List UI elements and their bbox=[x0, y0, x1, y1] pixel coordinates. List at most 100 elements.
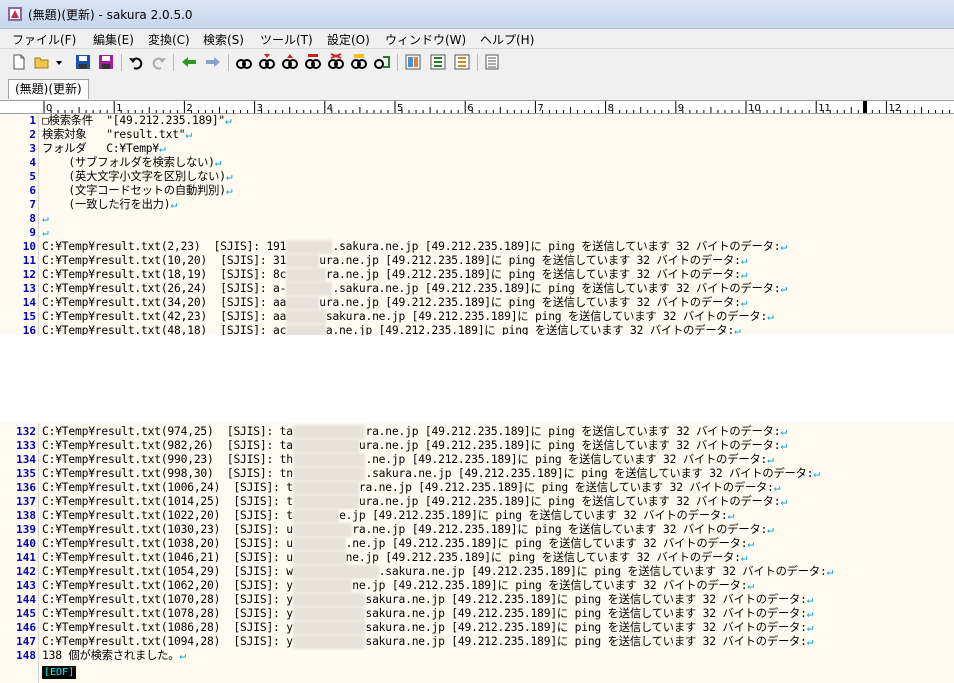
line-text[interactable]: C:¥Temp¥result.txt(2,23) [SJIS]: 191xxxx… bbox=[42, 240, 787, 254]
text-line[interactable]: 139 C:¥Temp¥result.txt(1030,23) [SJIS]: u… bbox=[0, 523, 954, 537]
line-text[interactable]: C:¥Temp¥result.txt(18,19) [SJIS]: 8cxxxx… bbox=[42, 268, 748, 282]
line-text[interactable]: C:¥Temp¥result.txt(26,24) [SJIS]: a-xxxx… bbox=[42, 282, 787, 296]
line-text[interactable]: (英大文字小文字を区別しない)↵ bbox=[42, 170, 232, 184]
line-text[interactable]: C:¥Temp¥result.txt(10,20) [SJIS]: 31xxxx… bbox=[42, 254, 748, 268]
line-text[interactable]: C:¥Temp¥result.txt(1054,29) [SJIS]: wxxx… bbox=[42, 565, 833, 579]
line-text[interactable]: 138 個が検索されました。↵ bbox=[42, 649, 186, 663]
text-line[interactable]: 1 □検索条件 "[49.212.235.189]"↵ bbox=[0, 114, 954, 128]
menu-help[interactable]: ヘルプ(H) bbox=[480, 31, 534, 48]
line-text[interactable]: 検索対象 "result.txt"↵ bbox=[42, 128, 192, 142]
text-line[interactable]: 140 C:¥Temp¥result.txt(1038,20) [SJIS]: u… bbox=[0, 537, 954, 551]
line-text[interactable]: フォルダ C:¥Temp¥↵ bbox=[42, 142, 166, 156]
save-all-icon[interactable] bbox=[97, 53, 115, 71]
settings-icon[interactable] bbox=[453, 53, 471, 71]
text-line[interactable]: 11 C:¥Temp¥result.txt(10,20) [SJIS]: 31xx… bbox=[0, 254, 954, 268]
line-text[interactable]: □検索条件 "[49.212.235.189]"↵ bbox=[42, 114, 232, 128]
text-line[interactable]: 6 (文字コードセットの自動判別)↵ bbox=[0, 184, 954, 198]
text-line[interactable]: 12 C:¥Temp¥result.txt(18,19) [SJIS]: 8cxx… bbox=[0, 268, 954, 282]
menu-settings[interactable]: 設定(O) bbox=[327, 31, 370, 48]
line-text-rest: sakura.ne.jp [49.212.235.189]に ping を送信し… bbox=[325, 310, 768, 323]
text-line[interactable]: 141 C:¥Temp¥result.txt(1046,21) [SJIS]: u… bbox=[0, 551, 954, 565]
line-text[interactable]: C:¥Temp¥result.txt(982,26) [SJIS]: taxxx… bbox=[42, 439, 787, 453]
line-text[interactable]: C:¥Temp¥result.txt(42,23) [SJIS]: aaxxxx… bbox=[42, 310, 774, 324]
line-text[interactable]: C:¥Temp¥result.txt(1062,20) [SJIS]: yxxx… bbox=[42, 579, 754, 593]
text-line[interactable]: 136 C:¥Temp¥result.txt(1006,24) [SJIS]: t… bbox=[0, 481, 954, 495]
line-text[interactable]: C:¥Temp¥result.txt(1086,28) [SJIS]: yxxx… bbox=[42, 621, 814, 635]
text-line[interactable]: 148 138 個が検索されました。↵ bbox=[0, 649, 954, 663]
text-line[interactable]: 14 C:¥Temp¥result.txt(34,20) [SJIS]: aaxx… bbox=[0, 296, 954, 310]
line-text[interactable]: C:¥Temp¥result.txt(998,30) [SJIS]: tnxxx… bbox=[42, 467, 820, 481]
line-text[interactable]: (文字コードセットの自動判別)↵ bbox=[42, 184, 232, 198]
grep-replace-icon[interactable] bbox=[350, 53, 368, 71]
text-line[interactable]: 10 C:¥Temp¥result.txt(2,23) [SJIS]: 191xx… bbox=[0, 240, 954, 254]
line-text[interactable]: ↵ bbox=[42, 212, 49, 226]
text-line[interactable]: 133 C:¥Temp¥result.txt(982,26) [SJIS]: ta… bbox=[0, 439, 954, 453]
text-line[interactable]: 144 C:¥Temp¥result.txt(1070,28) [SJIS]: y… bbox=[0, 593, 954, 607]
title-bar[interactable]: (無題)(更新) - sakura 2.0.5.0 bbox=[0, 0, 954, 29]
line-text[interactable]: C:¥Temp¥result.txt(1070,28) [SJIS]: yxxx… bbox=[42, 593, 814, 607]
menu-window[interactable]: ウィンドウ(W) bbox=[385, 31, 466, 48]
line-text[interactable]: C:¥Temp¥result.txt(1014,25) [SJIS]: txxx… bbox=[42, 495, 787, 509]
text-line[interactable]: 135 C:¥Temp¥result.txt(998,30) [SJIS]: tn… bbox=[0, 467, 954, 481]
text-line[interactable]: 13 C:¥Temp¥result.txt(26,24) [SJIS]: a-xx… bbox=[0, 282, 954, 296]
editor-area-lower[interactable]: 132 C:¥Temp¥result.txt(974,25) [SJIS]: ta… bbox=[0, 423, 954, 683]
line-text[interactable]: C:¥Temp¥result.txt(1046,21) [SJIS]: uxxx… bbox=[42, 551, 748, 565]
text-line[interactable]: 9 ↵ bbox=[0, 226, 954, 240]
search-prev-icon[interactable] bbox=[281, 53, 299, 71]
text-line[interactable]: 15 C:¥Temp¥result.txt(42,23) [SJIS]: aaxx… bbox=[0, 310, 954, 324]
text-line[interactable]: 138 C:¥Temp¥result.txt(1022,20) [SJIS]: t… bbox=[0, 509, 954, 523]
text-line[interactable]: 8 ↵ bbox=[0, 212, 954, 226]
line-text[interactable]: ↵ bbox=[42, 226, 49, 240]
text-line[interactable]: 145 C:¥Temp¥result.txt(1078,28) [SJIS]: y… bbox=[0, 607, 954, 621]
text-line[interactable]: 5 (英大文字小文字を区別しない)↵ bbox=[0, 170, 954, 184]
text-line[interactable]: 7 (一致した行を出力)↵ bbox=[0, 198, 954, 212]
text-line[interactable]: 137 C:¥Temp¥result.txt(1014,25) [SJIS]: t… bbox=[0, 495, 954, 509]
text-line[interactable]: 146 C:¥Temp¥result.txt(1086,28) [SJIS]: y… bbox=[0, 621, 954, 635]
menu-tools[interactable]: ツール(T) bbox=[260, 31, 313, 48]
line-text[interactable]: C:¥Temp¥result.txt(1006,24) [SJIS]: txxx… bbox=[42, 481, 781, 495]
menu-convert[interactable]: 変換(C) bbox=[148, 31, 190, 48]
jump-forward-icon[interactable] bbox=[204, 53, 222, 71]
line-text[interactable]: C:¥Temp¥result.txt(1078,28) [SJIS]: yxxx… bbox=[42, 607, 814, 621]
line-text[interactable]: C:¥Temp¥result.txt(1022,20) [SJIS]: txxx… bbox=[42, 509, 734, 523]
file-tree-icon[interactable] bbox=[483, 53, 501, 71]
search-icon[interactable] bbox=[235, 53, 253, 71]
menu-edit[interactable]: 編集(E) bbox=[93, 31, 134, 48]
menu-search[interactable]: 検索(S) bbox=[203, 31, 244, 48]
line-text[interactable]: C:¥Temp¥result.txt(48,18) [SJIS]: acxxxx… bbox=[42, 324, 741, 335]
text-line[interactable]: 134 C:¥Temp¥result.txt(990,23) [SJIS]: th… bbox=[0, 453, 954, 467]
text-line[interactable]: 4 (サブフォルダを検索しない)↵ bbox=[0, 156, 954, 170]
line-text[interactable]: C:¥Temp¥result.txt(1038,20) [SJIS]: uxxx… bbox=[42, 537, 754, 551]
undo-icon[interactable] bbox=[127, 53, 145, 71]
save-icon[interactable] bbox=[74, 53, 92, 71]
line-text[interactable]: C:¥Temp¥result.txt(34,20) [SJIS]: aaxxxx… bbox=[42, 296, 748, 310]
line-text[interactable]: (サブフォルダを検索しない)↵ bbox=[42, 156, 221, 170]
tab-untitled[interactable]: (無題)(更新) bbox=[8, 79, 89, 99]
grep-icon[interactable] bbox=[327, 53, 345, 71]
editor-area[interactable]: 0 1 2 3 4 5 6 7 8 9 10 11 12 1 □検索条件 "[49.212.235.189… bbox=[0, 101, 954, 335]
tag-jump-icon[interactable] bbox=[429, 53, 447, 71]
line-text[interactable]: (一致した行を出力)↵ bbox=[42, 198, 177, 212]
redo-icon[interactable] bbox=[150, 53, 168, 71]
open-folder-icon[interactable] bbox=[33, 53, 51, 71]
text-line[interactable]: 142 C:¥Temp¥result.txt(1054,29) [SJIS]: w… bbox=[0, 565, 954, 579]
compare-icon[interactable] bbox=[404, 53, 422, 71]
search-next-icon[interactable] bbox=[258, 53, 276, 71]
text-line[interactable]: 16 C:¥Temp¥result.txt(48,18) [SJIS]: acxx… bbox=[0, 324, 954, 335]
line-text[interactable]: C:¥Temp¥result.txt(1094,28) [SJIS]: yxxx… bbox=[42, 635, 814, 649]
dropdown-arrow-icon[interactable] bbox=[54, 53, 64, 71]
jump-back-icon[interactable] bbox=[180, 53, 198, 71]
new-file-icon[interactable] bbox=[10, 53, 28, 71]
replace-icon[interactable] bbox=[304, 53, 322, 71]
text-line[interactable]: 143 C:¥Temp¥result.txt(1062,20) [SJIS]: y… bbox=[0, 579, 954, 593]
text-line[interactable]: 3 フォルダ C:¥Temp¥↵ bbox=[0, 142, 954, 156]
text-line[interactable]: 147 C:¥Temp¥result.txt(1094,28) [SJIS]: y… bbox=[0, 635, 954, 649]
line-text[interactable]: C:¥Temp¥result.txt(974,25) [SJIS]: taxxx… bbox=[42, 425, 787, 439]
line-text[interactable]: C:¥Temp¥result.txt(990,23) [SJIS]: thxxx… bbox=[42, 453, 774, 467]
outline-icon[interactable] bbox=[373, 53, 391, 71]
text-line[interactable]: 2 検索対象 "result.txt"↵ bbox=[0, 128, 954, 142]
line-text[interactable]: C:¥Temp¥result.txt(1030,23) [SJIS]: uxxx… bbox=[42, 523, 774, 537]
text-line[interactable]: 132 C:¥Temp¥result.txt(974,25) [SJIS]: ta… bbox=[0, 425, 954, 439]
menu-file[interactable]: ファイル(F) bbox=[12, 31, 76, 48]
menu-bar: ファイル(F) 編集(E) 変換(C) 検索(S) ツール(T) 設定(O) ウ… bbox=[0, 29, 954, 49]
